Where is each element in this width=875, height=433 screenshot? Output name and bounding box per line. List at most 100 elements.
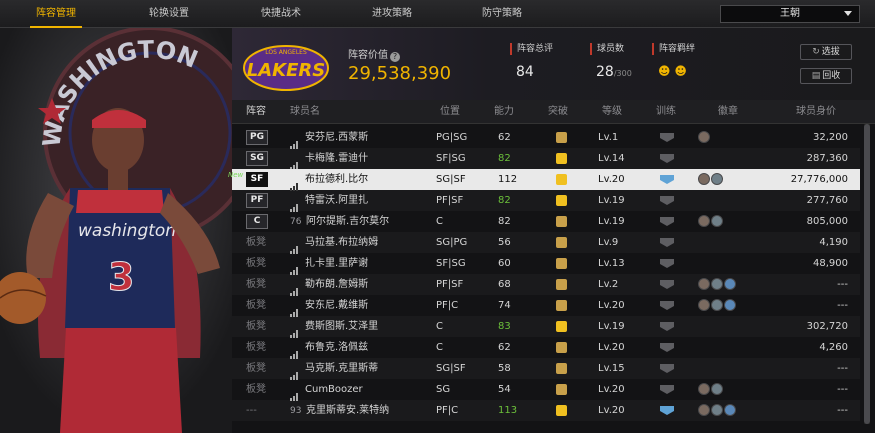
player-name-cell[interactable]: 安东尼.戴维斯: [290, 295, 368, 317]
player-count: 球员数 28/300: [590, 43, 632, 80]
player-name-cell[interactable]: 卡梅隆.雷迪什: [290, 148, 368, 170]
player-position: SG|SF: [436, 174, 466, 185]
slot-badge[interactable]: PF: [246, 193, 268, 208]
player-name-cell[interactable]: 费斯图斯.艾泽里: [290, 316, 378, 338]
player-salary: 4,260: [819, 342, 848, 353]
badge-icon[interactable]: [724, 404, 736, 416]
table-row[interactable]: 板凳 安东尼.戴维斯 PF|C 74 Lv.20 ---: [232, 295, 860, 317]
scrollbar-thumb[interactable]: [864, 124, 870, 424]
player-name-cell[interactable]: 布拉德利.比尔: [290, 169, 368, 191]
select-button[interactable]: ↻ 选拔: [800, 44, 852, 60]
badge-list: [698, 404, 737, 417]
table-row[interactable]: PG 安芬尼.西蒙斯 PG|SG 62 Lv.1 32,200: [232, 127, 860, 149]
lineup-bond[interactable]: 阵容羁绊 ☻ ☻: [652, 43, 695, 78]
slot-badge[interactable]: PG: [246, 130, 268, 145]
tab-quick-tactics[interactable]: 快捷战术: [255, 0, 307, 28]
slot-bench[interactable]: 板凳: [246, 253, 266, 274]
scrollbar[interactable]: [864, 124, 870, 424]
slot-bench[interactable]: 板凳: [246, 232, 266, 253]
player-ability: 58: [498, 363, 511, 374]
badge-icon[interactable]: [711, 299, 723, 311]
player-ability: 74: [498, 300, 511, 311]
slot-bench[interactable]: ---: [246, 400, 257, 421]
badge-icon[interactable]: [698, 299, 710, 311]
table-row[interactable]: 板凳 马拉基.布拉纳姆 SG|PG 56 Lv.9 4,190: [232, 232, 860, 254]
player-name-cell[interactable]: 93 克里斯蒂安.莱特纳: [290, 400, 389, 421]
slot-bench[interactable]: 板凳: [246, 274, 266, 295]
player-name-cell[interactable]: 扎卡里.里萨谢: [290, 253, 368, 275]
recycle-button[interactable]: ▤ 回收: [800, 68, 852, 84]
badge-icon[interactable]: [698, 383, 710, 395]
col-breakthrough[interactable]: 突破: [548, 100, 568, 124]
player-name-cell[interactable]: 布鲁克.洛佩兹: [290, 337, 368, 359]
slot-bench[interactable]: 板凳: [246, 316, 266, 337]
player-salary: 27,776,000: [790, 174, 848, 185]
slot-badge[interactable]: SG: [246, 151, 268, 166]
col-salary[interactable]: 球员身价: [796, 100, 836, 124]
player-position: C: [436, 342, 443, 353]
badge-icon[interactable]: [698, 278, 710, 290]
col-level[interactable]: 等级: [602, 100, 622, 124]
tab-lineup[interactable]: 阵容管理: [30, 0, 82, 28]
col-badges[interactable]: 徽章: [718, 100, 738, 124]
table-row[interactable]: C 76 阿尔提斯.吉尔莫尔 C 82 Lv.19 805,000: [232, 211, 860, 232]
lakers-logo-text: LAKERS: [247, 60, 325, 81]
badge-icon[interactable]: [711, 278, 723, 290]
player-name-cell[interactable]: 马克斯.克里斯蒂: [290, 358, 378, 380]
badge-icon[interactable]: [724, 278, 736, 290]
tab-rotation[interactable]: 轮换设置: [143, 0, 195, 28]
slot-badge[interactable]: SF: [246, 172, 268, 187]
tab-defense[interactable]: 防守策略: [476, 0, 528, 28]
player-name-cell[interactable]: 特雷沃.阿里扎: [290, 190, 368, 212]
player-salary: 32,200: [813, 132, 848, 143]
player-name-cell[interactable]: 76 阿尔提斯.吉尔莫尔: [290, 211, 389, 232]
training-shield-icon: [660, 133, 674, 142]
player-name-cell[interactable]: 马拉基.布拉纳姆: [290, 232, 378, 254]
team-select[interactable]: 王朝: [720, 5, 860, 23]
badge-icon[interactable]: [698, 131, 710, 143]
badge-icon[interactable]: [711, 404, 723, 416]
slot-bench[interactable]: 板凳: [246, 379, 266, 400]
slot-bench[interactable]: 板凳: [246, 337, 266, 358]
badge-icon[interactable]: [711, 173, 723, 185]
col-ability[interactable]: 能力: [494, 100, 514, 124]
table-row[interactable]: --- 93 克里斯蒂安.莱特纳 PF|C 113 Lv.20 ---: [232, 400, 860, 421]
player-name-cell[interactable]: 安芬尼.西蒙斯: [290, 127, 368, 149]
badge-icon[interactable]: [698, 173, 710, 185]
player-count-max: /300: [613, 69, 632, 78]
player-name-cell[interactable]: CumBoozer: [290, 379, 363, 401]
col-slot[interactable]: 阵容: [246, 100, 266, 124]
col-training[interactable]: 训练: [656, 100, 676, 124]
badge-list: [698, 278, 737, 291]
slot-badge[interactable]: C: [246, 214, 268, 229]
breakthrough-icon: [556, 384, 567, 395]
bond-group-icon: ☻: [658, 64, 671, 78]
table-row[interactable]: 板凳 费斯图斯.艾泽里 C 83 Lv.19 302,720: [232, 316, 860, 338]
player-name-cell[interactable]: 勒布朗.詹姆斯: [290, 274, 368, 296]
table-row[interactable]: 板凳 扎卡里.里萨谢 SF|SG 60 Lv.13 48,900: [232, 253, 860, 275]
badge-icon[interactable]: [711, 215, 723, 227]
help-icon[interactable]: ?: [390, 52, 400, 62]
player-salary: 287,360: [806, 153, 848, 164]
slot-bench[interactable]: 板凳: [246, 358, 266, 379]
table-row[interactable]: PF 特雷沃.阿里扎 PF|SF 82 Lv.19 277,760: [232, 190, 860, 212]
col-name[interactable]: 球员名: [290, 100, 320, 124]
crown-icon: [556, 174, 567, 185]
table-row[interactable]: 板凳 马克斯.克里斯蒂 SG|SF 58 Lv.15 ---: [232, 358, 860, 380]
badge-icon[interactable]: [711, 383, 723, 395]
table-row[interactable]: SG 卡梅隆.雷迪什 SF|SG 82 Lv.14 287,360: [232, 148, 860, 170]
player-ability: 60: [498, 258, 511, 269]
badge-icon[interactable]: [698, 404, 710, 416]
table-row[interactable]: 板凳 布鲁克.洛佩兹 C 62 Lv.20 4,260: [232, 337, 860, 359]
player-position: SF|SG: [436, 258, 466, 269]
table-row[interactable]: 板凳 勒布朗.詹姆斯 PF|SF 68 Lv.2 ---: [232, 274, 860, 296]
player-position: C: [436, 321, 443, 332]
slot-bench[interactable]: 板凳: [246, 295, 266, 316]
badge-icon[interactable]: [724, 299, 736, 311]
table-row[interactable]: 板凳 CumBoozer SG 54 Lv.20 ---: [232, 379, 860, 401]
table-row[interactable]: SF New 布拉德利.比尔 SG|SF 112 Lv.20 27,776,000: [228, 169, 860, 191]
col-position[interactable]: 位置: [440, 100, 460, 124]
badge-icon[interactable]: [698, 215, 710, 227]
player-portrait-art: WASHINGTON washington 3: [0, 28, 232, 433]
tab-offense[interactable]: 进攻策略: [366, 0, 418, 28]
